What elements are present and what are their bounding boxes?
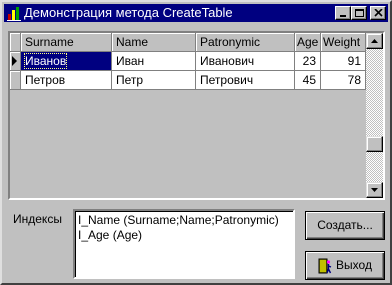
column-header-patronymic[interactable]: Patronymic [196,33,295,52]
header-indicator-cell [10,33,21,52]
main-window: Демонстрация метода CreateTable Surname … [0,0,392,285]
data-grid[interactable]: Surname Name Patronymic Age Weight Ивано… [8,31,385,200]
arrow-down-icon [371,188,378,192]
arrow-up-icon [371,39,378,43]
column-header-weight[interactable]: Weight [321,33,366,52]
scroll-thumb[interactable] [366,136,383,152]
grid-header: Surname Name Patronymic Age Weight [10,33,366,52]
cell-patronymic[interactable]: Иванович [196,52,295,71]
cell-weight[interactable]: 91 [321,52,366,71]
cell-weight[interactable]: 78 [321,71,366,90]
cell-age[interactable]: 23 [295,52,321,71]
column-header-name[interactable]: Name [112,33,196,52]
close-button[interactable] [370,6,386,20]
indexes-label: Индексы [13,212,62,226]
table-row[interactable]: Петров Петр Петрович 45 78 [10,71,366,90]
exit-door-icon [318,258,332,274]
table-row[interactable]: Иванов Иван Иванович 23 91 [10,52,366,71]
maximize-button[interactable] [351,6,367,20]
app-icon [7,7,21,21]
scroll-down-button[interactable] [366,182,383,198]
close-icon [374,9,383,17]
row-indicator-cell[interactable] [10,52,21,71]
scroll-up-button[interactable] [366,33,383,49]
list-item[interactable]: I_Name (Surname;Name;Patronymic) [78,213,279,228]
window-title: Демонстрация метода CreateTable [24,5,233,20]
minimize-icon [340,15,346,17]
cell-surname[interactable]: Иванов [21,52,112,71]
column-header-age[interactable]: Age [295,33,321,52]
minimize-button[interactable] [335,6,351,20]
indexes-listbox[interactable]: I_Name (Surname;Name;Patronymic) I_Age (… [73,209,295,279]
title-bar[interactable]: Демонстрация метода CreateTable [4,4,388,22]
exit-button[interactable]: Выход [305,251,385,280]
cell-name[interactable]: Иван [112,52,196,71]
create-button[interactable]: Создать... [305,211,385,240]
row-pointer-icon [12,56,17,66]
vertical-scrollbar[interactable] [366,33,383,198]
cell-name[interactable]: Петр [112,71,196,90]
column-header-surname[interactable]: Surname [21,33,112,52]
cell-patronymic[interactable]: Петрович [196,71,295,90]
cell-surname-text: Иванов [23,53,68,69]
cell-age[interactable]: 45 [295,71,321,90]
maximize-icon [355,9,364,17]
exit-button-label: Выход [336,258,372,273]
cell-surname[interactable]: Петров [21,71,112,90]
list-item[interactable]: I_Age (Age) [78,228,142,243]
row-indicator-cell[interactable] [10,71,21,90]
